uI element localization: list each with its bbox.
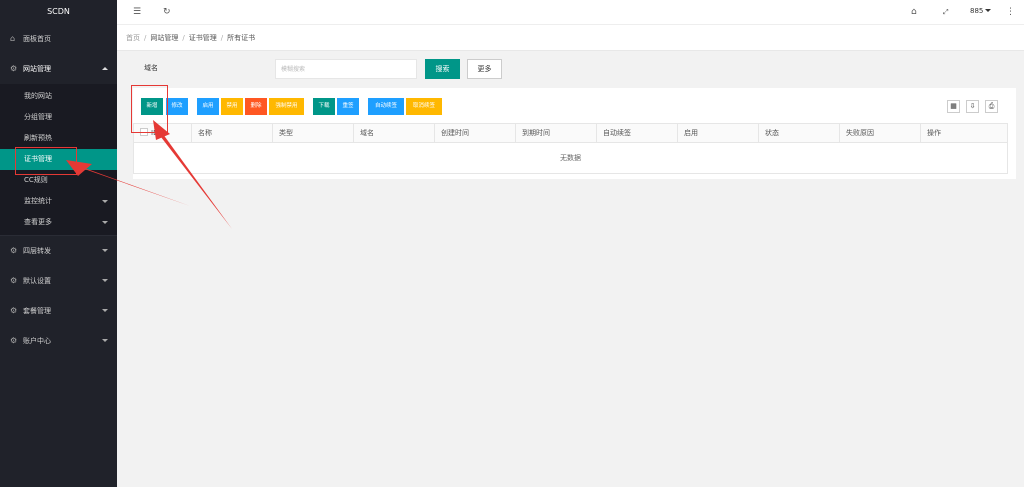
breadcrumb: 首页 / 网站管理 / 证书管理 / 所有证书 xyxy=(117,25,1024,51)
chevron-up-icon xyxy=(102,67,108,70)
search-button[interactable]: 搜索 xyxy=(425,59,460,79)
settings-icon: ⚙ xyxy=(10,64,18,73)
sidebar-subitem-label: 查看更多 xyxy=(24,218,52,226)
enable-button[interactable]: 启用 xyxy=(197,98,219,115)
column-domain: 域名 xyxy=(353,124,434,143)
breadcrumb-certificates[interactable]: 证书管理 xyxy=(189,34,217,42)
sidebar-item-account[interactable]: ⚙ 账户中心 xyxy=(0,326,117,356)
columns-filter-icon[interactable]: ▦ xyxy=(947,100,960,113)
force-disable-button[interactable]: 强制禁用 xyxy=(269,98,304,115)
sidebar-subitem-my-sites[interactable]: 我的网站 xyxy=(0,86,117,107)
column-status: 状态 xyxy=(758,124,839,143)
more-button[interactable]: 更多 xyxy=(467,59,502,79)
sidebar-item-default-settings[interactable]: ⚙ 默认设置 xyxy=(0,266,117,296)
annotation-arrows xyxy=(66,120,232,229)
edit-button[interactable]: 修改 xyxy=(166,98,188,115)
sidebar-subitem-label: 监控统计 xyxy=(24,197,52,205)
settings-icon: ⚙ xyxy=(10,246,18,255)
breadcrumb-current: 所有证书 xyxy=(227,34,256,42)
chevron-down-icon xyxy=(102,200,108,203)
column-enabled: 启用 xyxy=(677,124,758,143)
highlight-box xyxy=(15,147,77,175)
sidebar: SCDN ⌂ 面板首页 ⚙ 网站管理 我的网站 分组管理 刷新预热 证书管理 C… xyxy=(0,0,117,487)
certificate-panel: 新增 修改 启用 禁用 删除 强制禁用 下载 重签 自动续签 取消续签 ▦ ⇩ … xyxy=(133,88,1016,179)
table-header: ID ⇕ 名称 类型 域名 创建时间 到期时间 自动续签 启用 状态 失败原因 操… xyxy=(134,124,1007,143)
settings-icon: ⚙ xyxy=(10,336,18,345)
menu-toggle-icon[interactable]: ☰ xyxy=(133,7,141,17)
column-actions: 操作 xyxy=(920,124,1008,143)
sidebar-item-plans[interactable]: ⚙ 套餐管理 xyxy=(0,296,117,326)
column-name: 名称 xyxy=(191,124,272,143)
fullscreen-icon[interactable]: ⤢ xyxy=(943,7,949,17)
column-expires: 到期时间 xyxy=(515,124,596,143)
domain-label: 域名 xyxy=(144,64,158,72)
settings-icon: ⚙ xyxy=(10,276,18,285)
highlight-box xyxy=(131,85,168,133)
sidebar-item-label: 账户中心 xyxy=(23,337,51,345)
chevron-down-icon xyxy=(102,309,108,312)
breadcrumb-site-management[interactable]: 网站管理 xyxy=(150,34,178,42)
username: 885 xyxy=(970,7,984,15)
download-button[interactable]: 下载 xyxy=(313,98,335,115)
column-created: 创建时间 xyxy=(434,124,515,143)
sidebar-item-dashboard[interactable]: ⌂ 面板首页 xyxy=(0,24,117,54)
sidebar-item-label: 面板首页 xyxy=(23,35,51,43)
chevron-down-icon xyxy=(102,279,108,282)
sidebar-item-label: 默认设置 xyxy=(23,277,51,285)
domain-search-input[interactable] xyxy=(275,59,417,79)
sidebar-subitem-monitoring[interactable]: 监控统计 xyxy=(0,191,117,212)
refresh-icon[interactable]: ↻ xyxy=(163,7,171,17)
chevron-down-icon xyxy=(102,249,108,252)
top-header: ☰ ↻ ⌂ ⤢ 885 ⋮ xyxy=(117,0,1024,25)
chevron-down-icon xyxy=(985,9,992,12)
chevron-down-icon xyxy=(102,221,108,224)
sidebar-subitem-more[interactable]: 查看更多 xyxy=(0,212,117,233)
sidebar-item-site-management[interactable]: ⚙ 网站管理 xyxy=(0,54,117,84)
export-icon[interactable]: ⇩ xyxy=(966,100,979,113)
certificate-table: ID ⇕ 名称 类型 域名 创建时间 到期时间 自动续签 启用 状态 失败原因 操… xyxy=(133,123,1008,174)
sidebar-item-label: 四层转发 xyxy=(23,247,51,255)
sidebar-subitem-refresh-preheat[interactable]: 刷新预热 xyxy=(0,128,117,149)
reissue-button[interactable]: 重签 xyxy=(337,98,359,115)
print-icon[interactable]: ⎙ xyxy=(985,100,998,113)
home-icon: ⌂ xyxy=(10,34,16,43)
column-type: 类型 xyxy=(272,124,353,143)
sidebar-item-label: 网站管理 xyxy=(23,65,51,73)
user-menu[interactable]: 885 xyxy=(970,7,992,15)
disable-button[interactable]: 禁用 xyxy=(221,98,243,115)
breadcrumb-home[interactable]: 首页 xyxy=(126,34,140,42)
sidebar-item-label: 套餐管理 xyxy=(23,307,51,315)
column-auto-renew: 自动续签 xyxy=(596,124,677,143)
empty-state: 无数据 xyxy=(560,154,581,162)
cancel-renew-button[interactable]: 取消续签 xyxy=(406,98,442,115)
brand-logo: SCDN xyxy=(0,0,117,24)
delete-button[interactable]: 删除 xyxy=(245,98,267,115)
sidebar-subitem-groups[interactable]: 分组管理 xyxy=(0,107,117,128)
settings-icon: ⚙ xyxy=(10,306,18,315)
column-fail-reason: 失败原因 xyxy=(839,124,920,143)
tag-icon[interactable]: ⌂ xyxy=(911,7,917,17)
auto-renew-button[interactable]: 自动续签 xyxy=(368,98,404,115)
chevron-down-icon xyxy=(102,339,108,342)
more-vertical-icon[interactable]: ⋮ xyxy=(1006,7,1015,17)
sidebar-item-l4-forwarding[interactable]: ⚙ 四层转发 xyxy=(0,236,117,266)
